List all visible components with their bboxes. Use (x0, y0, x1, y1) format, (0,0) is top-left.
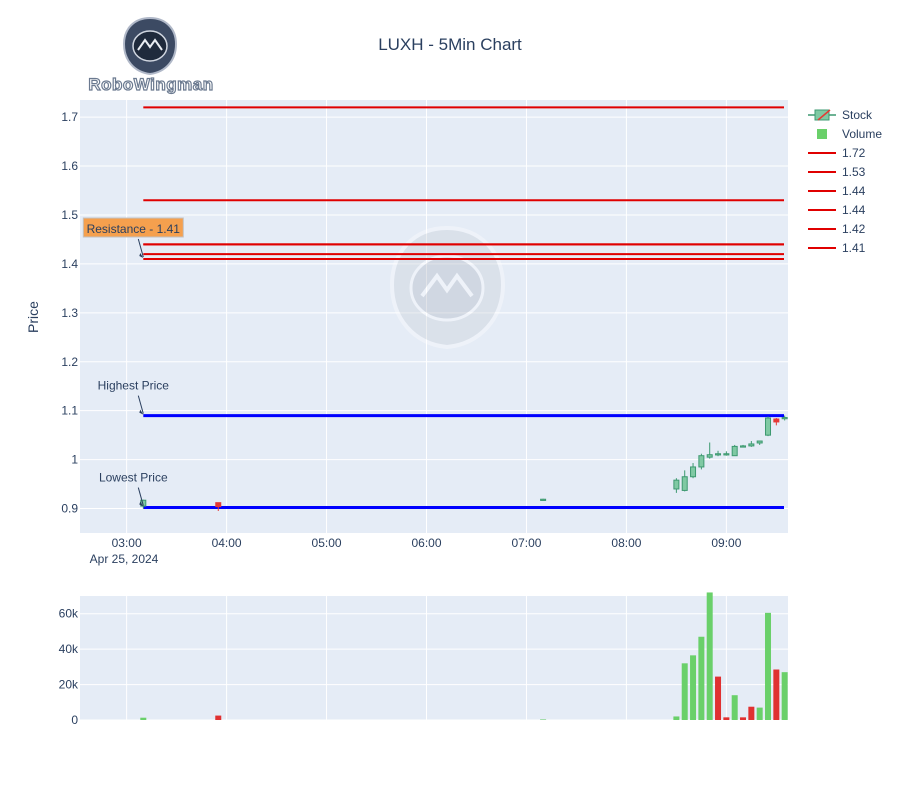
legend-stock-swatch (814, 109, 830, 121)
candle-body (706, 454, 713, 458)
volume-bar (140, 717, 147, 720)
legend-item: Stock (808, 108, 873, 122)
volume-bar (748, 706, 755, 720)
candle-body (773, 418, 780, 423)
volume-tick-label: 0 (71, 713, 78, 727)
volume-bar (681, 663, 688, 720)
legend-item: 1.41 (808, 241, 866, 255)
legend-label: 1.44 (842, 184, 866, 198)
legend-item: 1.53 (808, 165, 866, 179)
time-tick-label: 05:00 (312, 536, 342, 550)
stock-chart: RoboWingman LUXH - 5Min Chart Resistance… (25, 16, 882, 727)
volume-bar (706, 592, 713, 720)
time-tick-label: 08:00 (611, 536, 641, 550)
time-tick-label: 03:00 (112, 536, 142, 550)
price-tick-label: 1.4 (61, 257, 78, 271)
volume-bar (690, 655, 697, 720)
legend-item: Volume (817, 127, 882, 141)
logo-text: RoboWingman (88, 75, 213, 94)
volume-bar (756, 707, 763, 720)
price-tick-label: 1.3 (61, 306, 78, 320)
annotation-label: Highest Price (98, 379, 170, 393)
candle-body (690, 466, 697, 478)
candle-body (740, 445, 747, 448)
price-tick-label: 1.2 (61, 355, 78, 369)
time-x-ticks: 03:00 04:00 05:00 06:00 07:00 08:00 09:00 (112, 536, 742, 550)
candle-body (756, 440, 763, 444)
candle-body (215, 502, 222, 508)
time-tick-label: 09:00 (711, 536, 741, 550)
candle-body (540, 498, 547, 501)
candle-body (781, 417, 788, 420)
legend-item: 1.72 (808, 146, 866, 160)
volume-bar (715, 676, 722, 720)
volume-tick-label: 40k (59, 642, 79, 656)
candle-body (765, 417, 772, 436)
time-tick-label: 06:00 (411, 536, 441, 550)
date-label: Apr 25, 2024 (90, 552, 159, 566)
volume-tick-label: 60k (59, 607, 79, 621)
volume-y-ticks: 0 20k 40k 60k (59, 607, 79, 727)
legend-label: Volume (842, 127, 882, 141)
candle-body (681, 476, 688, 491)
legend-item: 1.44 (808, 203, 866, 217)
volume-bar (698, 636, 705, 720)
price-tick-label: 1.7 (61, 110, 78, 124)
price-tick-label: 1.1 (61, 404, 78, 418)
candlestick (540, 498, 547, 501)
candle-body (723, 453, 730, 456)
volume-bar (740, 717, 747, 720)
candlestick (698, 453, 705, 470)
annotation-label: Lowest Price (99, 471, 168, 485)
legend-label: 1.41 (842, 241, 866, 255)
watermark-helmet-icon (389, 225, 506, 350)
legend-volume-swatch (817, 129, 827, 139)
candle-body (698, 455, 705, 468)
price-tick-label: 0.9 (61, 502, 78, 516)
legend-label: 1.44 (842, 203, 866, 217)
price-tick-label: 1.5 (61, 208, 78, 222)
volume-bar (765, 612, 772, 720)
legend: Stock Volume 1.72 1.53 1.44 1.44 1.42 1.41 (808, 108, 882, 255)
volume-bar (781, 672, 788, 720)
volume-bar (773, 669, 780, 720)
legend-label: 1.72 (842, 146, 866, 160)
volume-bar (540, 719, 547, 720)
legend-label: 1.53 (842, 165, 866, 179)
legend-item: 1.44 (808, 184, 866, 198)
volume-bar (723, 717, 730, 720)
candle-body (748, 443, 755, 447)
price-tick-label: 1 (71, 453, 78, 467)
legend-label: Stock (842, 108, 873, 122)
time-tick-label: 07:00 (511, 536, 541, 550)
time-tick-label: 04:00 (212, 536, 242, 550)
robowingman-logo: RoboWingman (88, 16, 214, 95)
annotation-label: Resistance - 1.41 (87, 222, 181, 236)
candlestick (731, 444, 738, 457)
legend-label: 1.42 (842, 222, 866, 236)
chart-title: LUXH - 5Min Chart (378, 35, 522, 54)
y-axis-title: Price (25, 301, 41, 333)
volume-bar (731, 695, 738, 720)
candle-body (715, 453, 722, 456)
candle-body (673, 479, 680, 490)
candlestick (765, 416, 772, 437)
volume-tick-label: 20k (59, 678, 79, 692)
astronaut-helmet-icon (122, 16, 178, 76)
price-y-ticks: 0.9 1 1.1 1.2 1.3 1.4 1.5 1.6 1.7 (61, 110, 78, 515)
volume-bar (673, 716, 680, 720)
price-tick-label: 1.6 (61, 159, 78, 173)
legend-item: 1.42 (808, 222, 866, 236)
volume-bar (215, 715, 222, 720)
candle-body (731, 445, 738, 457)
